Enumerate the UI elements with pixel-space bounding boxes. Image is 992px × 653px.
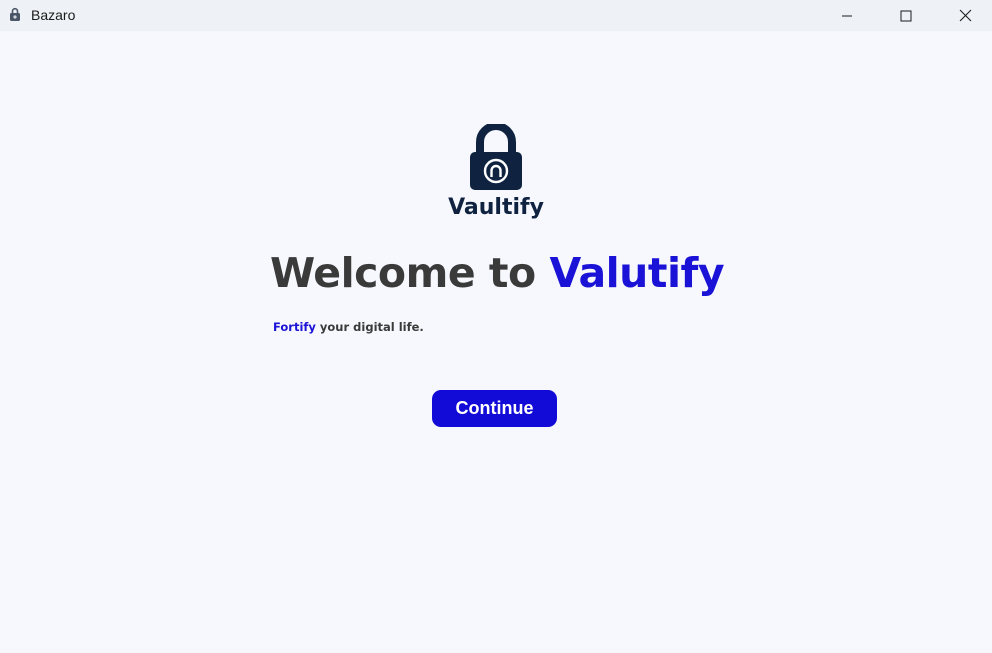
headline-accent: Valutify bbox=[549, 249, 725, 297]
headline-prefix: Welcome to bbox=[270, 249, 550, 297]
tagline-accent: Fortify bbox=[273, 320, 316, 334]
continue-button[interactable]: Continue bbox=[432, 390, 557, 427]
maximize-button[interactable] bbox=[877, 0, 935, 31]
close-button[interactable] bbox=[936, 0, 992, 31]
minimize-icon bbox=[841, 10, 853, 22]
lock-icon bbox=[9, 7, 21, 22]
title-bar[interactable]: Bazaro bbox=[0, 0, 992, 31]
app-window: Bazaro Vaultify Welcome to Valutify Fort… bbox=[0, 0, 992, 653]
window-title: Bazaro bbox=[31, 7, 76, 23]
page-title: Welcome to Valutify bbox=[270, 249, 725, 297]
maximize-icon bbox=[900, 10, 912, 22]
tagline: Fortify your digital life. bbox=[273, 320, 424, 334]
close-icon bbox=[959, 9, 972, 22]
tagline-text: your digital life. bbox=[315, 320, 424, 334]
welcome-screen: Vaultify Welcome to Valutify Fortify you… bbox=[0, 31, 992, 653]
minimize-button[interactable] bbox=[818, 0, 876, 31]
padlock-logo-icon bbox=[466, 122, 526, 192]
brand-name: Vaultify bbox=[448, 195, 544, 220]
